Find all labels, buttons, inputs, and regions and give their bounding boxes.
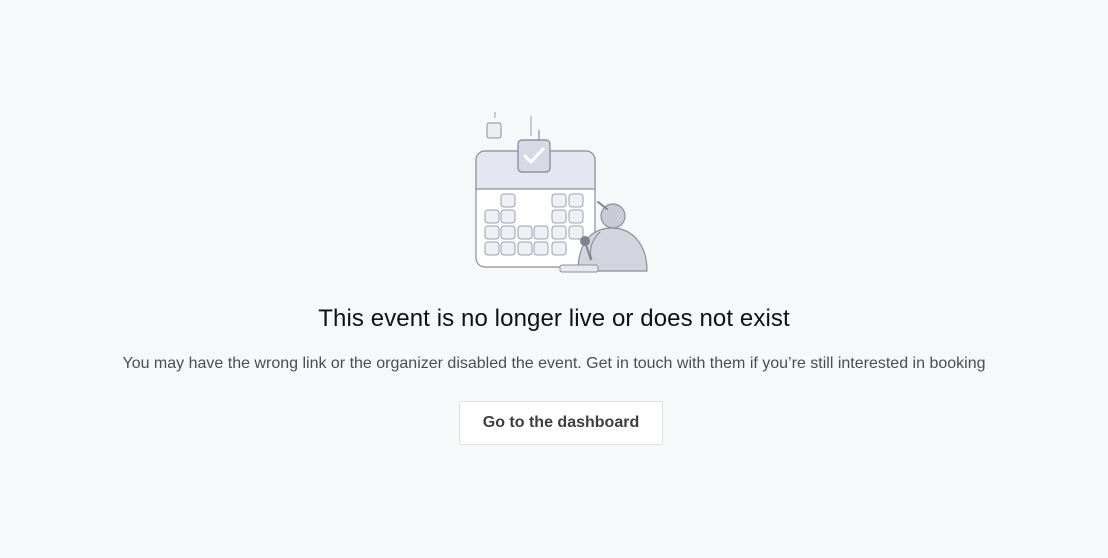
calendar-check-illustration-icon xyxy=(475,112,648,273)
page-message: You may have the wrong link or the organ… xyxy=(122,355,986,372)
empty-state-container: This event is no longer live or does not… xyxy=(0,0,1108,558)
page-title: This event is no longer live or does not… xyxy=(318,305,790,332)
go-to-dashboard-button[interactable]: Go to the dashboard xyxy=(459,401,663,445)
